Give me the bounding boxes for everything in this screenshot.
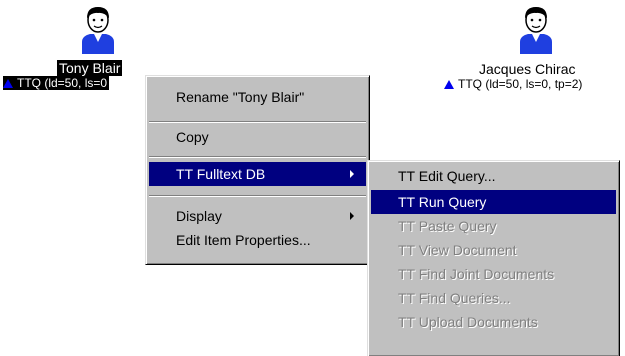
menu-item-rename[interactable]: Rename "Tony Blair" bbox=[149, 85, 366, 109]
menu-item-label: TT Find Queries... bbox=[398, 290, 511, 306]
submenu-item-find-joint-documents[interactable]: TT Find Joint Documents bbox=[371, 262, 616, 286]
submenu-item-run-query[interactable]: TT Run Query bbox=[371, 190, 616, 214]
person-node-tony-blair[interactable]: Tony Blair TTQ (ld=50, ls=0 bbox=[0, 0, 160, 95]
menu-item-label: Edit Item Properties... bbox=[176, 232, 311, 248]
submenu-item-paste-query[interactable]: TT Paste Query bbox=[371, 214, 616, 238]
menu-item-label: Display bbox=[176, 208, 222, 224]
ttq-status[interactable]: TTQ (ld=50, ls=0 bbox=[3, 76, 110, 90]
menu-item-display[interactable]: Display bbox=[149, 204, 366, 228]
menu-separator bbox=[149, 156, 366, 158]
menu-item-label: Copy bbox=[176, 129, 209, 145]
menu-item-label: TT Run Query bbox=[398, 194, 487, 210]
ttq-status[interactable]: TTQ (ld=50, ls=0, tp=2) bbox=[444, 77, 582, 91]
menu-item-label: TT Edit Query... bbox=[398, 168, 496, 184]
menu-item-label: TT Find Joint Documents bbox=[398, 266, 555, 282]
submenu-arrow-icon bbox=[350, 170, 354, 178]
tt-fulltext-submenu: TT Edit Query... TT Run Query TT Paste Q… bbox=[367, 160, 620, 356]
menu-separator bbox=[149, 195, 366, 197]
submenu-item-find-queries[interactable]: TT Find Queries... bbox=[371, 286, 616, 310]
menu-item-label: TT Paste Query bbox=[398, 218, 497, 234]
person-name-label[interactable]: Tony Blair bbox=[57, 60, 123, 76]
menu-item-label: TT Upload Documents bbox=[398, 314, 538, 330]
ttq-label: TTQ (ld=50, ls=0 bbox=[17, 76, 108, 90]
triangle-icon bbox=[3, 78, 13, 88]
menu-separator bbox=[149, 121, 366, 123]
menu-item-label: TT View Document bbox=[398, 242, 517, 258]
person-icon[interactable] bbox=[516, 4, 556, 54]
menu-item-edit-properties[interactable]: Edit Item Properties... bbox=[149, 228, 366, 252]
submenu-item-edit-query[interactable]: TT Edit Query... bbox=[371, 164, 616, 188]
person-icon[interactable] bbox=[78, 4, 118, 54]
submenu-arrow-icon bbox=[350, 212, 354, 220]
triangle-icon bbox=[444, 79, 454, 89]
person-name-label[interactable]: Jacques Chirac bbox=[479, 61, 576, 77]
ttq-label: TTQ (ld=50, ls=0, tp=2) bbox=[458, 77, 583, 91]
person-node-jacques-chirac[interactable]: Jacques Chirac TTQ (ld=50, ls=0, tp=2) bbox=[430, 0, 625, 95]
menu-item-tt-fulltext-db[interactable]: TT Fulltext DB bbox=[149, 162, 366, 186]
menu-item-label: Rename "Tony Blair" bbox=[176, 89, 305, 105]
menu-item-label: TT Fulltext DB bbox=[176, 166, 266, 182]
menu-item-copy[interactable]: Copy bbox=[149, 125, 366, 149]
context-menu: Rename "Tony Blair" Copy TT Fulltext DB … bbox=[145, 75, 370, 265]
submenu-item-view-document[interactable]: TT View Document bbox=[371, 238, 616, 262]
submenu-item-upload-documents[interactable]: TT Upload Documents bbox=[371, 310, 616, 334]
